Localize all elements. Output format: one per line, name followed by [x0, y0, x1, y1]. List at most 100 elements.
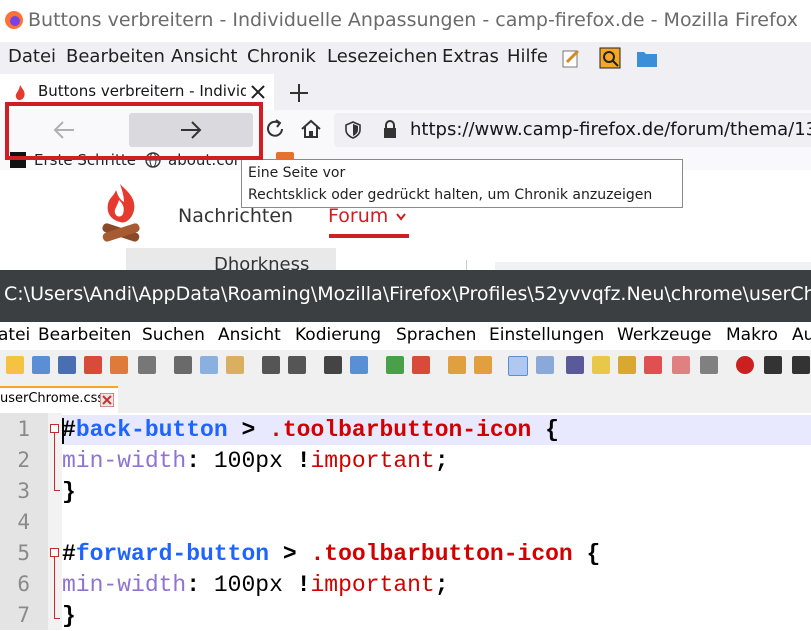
- np-menu-werkzeuge[interactable]: Werkzeuge: [617, 325, 712, 345]
- menu-lesezeichen[interactable]: Lesezeichen: [327, 46, 438, 67]
- code-token: .toolbarbutton-icon: [310, 541, 573, 567]
- paste-icon[interactable]: [226, 356, 244, 374]
- menu-extras[interactable]: Extras: [442, 46, 499, 67]
- zoom-out-icon[interactable]: [412, 356, 430, 374]
- menu-hilfe[interactable]: Hilfe: [507, 46, 548, 67]
- menu-bearbeiten[interactable]: Bearbeiten: [66, 46, 165, 67]
- menu-chronik[interactable]: Chronik: [247, 46, 316, 67]
- indent-guide-icon[interactable]: [566, 356, 584, 374]
- code-token: min-width: [62, 572, 187, 598]
- udl-icon[interactable]: [592, 356, 610, 374]
- cut-icon[interactable]: [174, 356, 192, 374]
- line-number: 3: [17, 479, 30, 503]
- np-menu-suchen[interactable]: Suchen: [142, 325, 205, 345]
- lock-icon[interactable]: [382, 120, 398, 140]
- code-line-5: #forward-button > .toolbarbutton-icon {: [62, 539, 600, 569]
- np-menu-datei[interactable]: atei: [0, 325, 30, 345]
- nav-nachrichten[interactable]: Nachrichten: [178, 205, 293, 227]
- save-icon[interactable]: [32, 356, 50, 374]
- np-menu-ansicht[interactable]: Ansicht: [218, 325, 281, 345]
- replace-icon[interactable]: [350, 356, 368, 374]
- monitor-icon[interactable]: [700, 356, 718, 374]
- notepad-tab-bar: userChrome.css: [0, 380, 811, 414]
- tooltip-line-1: Eine Seite vor: [248, 165, 346, 181]
- sidebar-heading-partial: Dhorkness: [214, 254, 310, 270]
- line-number: 2: [17, 448, 30, 472]
- new-file-icon[interactable]: [6, 356, 24, 374]
- code-token: ;: [434, 572, 449, 598]
- save-all-icon[interactable]: [58, 356, 76, 374]
- fold-line: [54, 557, 55, 619]
- undo-icon[interactable]: [262, 356, 280, 374]
- tooltip-line-2: Rechtsklick oder gedrückt halten, um Chr…: [248, 187, 653, 203]
- code-token: {: [545, 417, 559, 443]
- fold-margin: [48, 413, 62, 630]
- np-menu-einstellungen[interactable]: Einstellungen: [489, 325, 604, 345]
- code-token: #forward-button: [62, 541, 270, 567]
- code-token: min-width: [62, 448, 187, 474]
- content-panel: [495, 262, 811, 270]
- code-token: #back-button: [62, 417, 228, 443]
- highlight-box: [5, 102, 263, 160]
- close-file-icon[interactable]: [84, 356, 102, 374]
- np-menu-kodierung[interactable]: Kodierung: [295, 325, 381, 345]
- np-menu-bearbeiten[interactable]: Bearbeiten: [38, 325, 131, 345]
- sidebar-box: Dhorkness: [126, 248, 336, 270]
- stop-macro-icon[interactable]: [764, 356, 782, 374]
- play-macro-icon[interactable]: [792, 356, 810, 374]
- find-icon[interactable]: [324, 356, 342, 374]
- forum-active-underline: [329, 234, 409, 238]
- zoom-in-icon[interactable]: [386, 356, 404, 374]
- notepad-toolbar: [0, 350, 811, 380]
- notepad-window-title: C:\Users\Andi\AppData\Roaming\Mozilla\Fi…: [4, 283, 811, 305]
- code-token: 100px: [213, 572, 283, 598]
- folder-icon[interactable]: [636, 48, 658, 68]
- record-macro-icon[interactable]: [736, 356, 754, 374]
- tracking-shield-icon[interactable]: [344, 121, 362, 139]
- np-menu-sprachen[interactable]: Sprachen: [396, 325, 476, 345]
- notepad-edit-icon[interactable]: [561, 48, 581, 68]
- code-editor[interactable]: 1 2 3 4 5 6 7 #back-button > .toolbarbut…: [0, 413, 811, 630]
- close-tab-icon[interactable]: [250, 84, 266, 100]
- file-tab-userchrome[interactable]: userChrome.css: [0, 386, 118, 413]
- code-token: ;: [434, 448, 449, 474]
- code-token: :: [186, 572, 201, 598]
- sync-vertical-icon[interactable]: [448, 356, 466, 374]
- np-menu-makro[interactable]: Makro: [726, 325, 778, 345]
- search-tool-icon[interactable]: [599, 47, 621, 69]
- show-all-chars-icon[interactable]: [536, 356, 554, 374]
- camp-firefox-favicon-icon: [15, 85, 25, 100]
- new-tab-icon[interactable]: [288, 82, 310, 104]
- reload-icon[interactable]: [264, 118, 286, 140]
- line-number: 5: [17, 541, 30, 565]
- url-bar[interactable]: https://www.camp-firefox.de/forum/thema/…: [334, 113, 811, 147]
- code-line-2: min-width: 100px !important;: [62, 446, 449, 476]
- line-number-gutter: 1 2 3 4 5 6 7: [0, 413, 48, 630]
- doc-map-icon[interactable]: [618, 356, 636, 374]
- menu-datei[interactable]: Datei: [8, 46, 56, 67]
- close-file-tab-icon[interactable]: [100, 393, 114, 407]
- nav-forum[interactable]: Forum: [328, 205, 388, 227]
- code-token: }: [62, 603, 76, 629]
- line-number: 1: [17, 417, 30, 441]
- menu-ansicht[interactable]: Ansicht: [171, 46, 237, 67]
- camp-firefox-logo-icon[interactable]: [98, 182, 144, 248]
- code-token: important: [310, 448, 435, 474]
- function-list-icon[interactable]: [644, 356, 662, 374]
- word-wrap-icon[interactable]: [508, 356, 528, 376]
- print-icon[interactable]: [138, 356, 156, 374]
- notepad-menu-bar: atei Bearbeiten Suchen Ansicht Kodierung…: [0, 322, 811, 350]
- file-tab-label: userChrome.css: [0, 391, 105, 406]
- np-menu-ausfuehren[interactable]: Au: [792, 325, 811, 345]
- code-token: .toolbarbutton-icon: [269, 417, 532, 443]
- folder-workspace-icon[interactable]: [672, 356, 690, 374]
- sync-horizontal-icon[interactable]: [474, 356, 492, 374]
- close-all-icon[interactable]: [110, 356, 128, 374]
- redo-icon[interactable]: [288, 356, 306, 374]
- code-token: }: [62, 479, 76, 505]
- copy-icon[interactable]: [200, 356, 218, 374]
- home-icon[interactable]: [300, 118, 322, 140]
- chevron-down-icon: [396, 213, 406, 221]
- fold-toggle-icon[interactable]: [50, 548, 59, 557]
- fold-toggle-icon[interactable]: [50, 424, 59, 433]
